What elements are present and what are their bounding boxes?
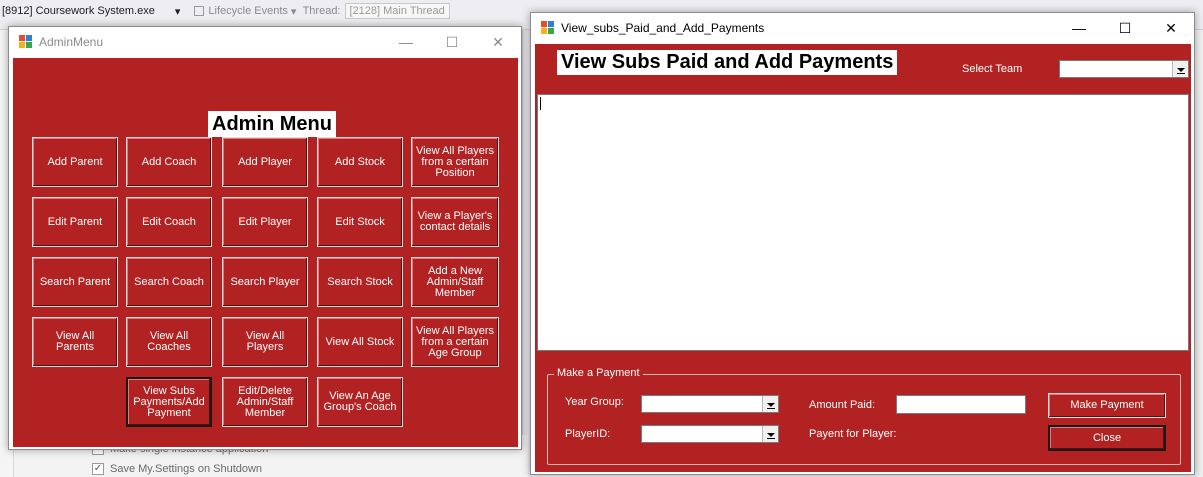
view-contact-details-button[interactable]: View a Player's contact details [411,197,499,247]
thread-dropdown[interactable]: [2128] Main Thread [344,3,450,19]
amount-paid-field[interactable] [896,395,1026,414]
app-icon [541,21,555,35]
close-icon[interactable]: ✕ [475,27,521,57]
view-stock-button[interactable]: View All Stock [317,317,403,367]
maximize-icon[interactable]: ☐ [429,27,475,57]
close-icon[interactable]: ✕ [1148,13,1194,43]
page-title: View Subs Paid and Add Payments [557,50,898,75]
lifecycle-events-dropdown[interactable]: Lifecycle Events [208,5,287,17]
save-settings-option[interactable]: ✓ Save My.Settings on Shutdown [92,463,262,475]
maximize-icon[interactable]: ☐ [1102,13,1148,43]
subs-output-textbox[interactable] [537,94,1189,351]
add-parent-button[interactable]: Add Parent [32,137,118,187]
view-subs-window: View_subs_Paid_and_Add_Payments — ☐ ✕ Vi… [530,12,1195,475]
search-stock-button[interactable]: Search Stock [317,257,403,307]
window-title: View_subs_Paid_and_Add_Payments [561,21,765,35]
view-players-position-button[interactable]: View All Players from a certain Position [411,137,499,187]
chevron-down-icon[interactable]: ▾ [288,5,303,18]
admin-menu-titlebar[interactable]: AdminMenu — ☐ ✕ [9,27,521,57]
minimize-icon[interactable]: — [383,27,429,57]
add-admin-button[interactable]: Add a New Admin/Staff Member [411,257,499,307]
app-icon [19,35,33,49]
search-coach-button[interactable]: Search Coach [126,257,212,307]
player-id-dropdown[interactable] [641,425,779,443]
view-players-button[interactable]: View All Players [222,317,308,367]
chevron-down-icon[interactable] [762,426,778,442]
add-player-button[interactable]: Add Player [222,137,308,187]
page-title: Admin Menu [208,111,336,137]
edit-player-button[interactable]: Edit Player [222,197,308,247]
make-payment-legend: Make a Payment [554,367,643,379]
year-group-dropdown[interactable] [641,395,779,413]
close-button[interactable]: Close [1048,425,1166,451]
search-player-button[interactable]: Search Player [222,257,308,307]
select-team-label: Select Team [962,63,1023,75]
checkbox-checked-icon[interactable]: ✓ [92,463,104,475]
chevron-down-icon[interactable]: ▾ [175,5,181,18]
view-age-coach-button[interactable]: View An Age Group's Coach [317,377,403,427]
text-caret [540,97,541,110]
admin-menu-form: Admin Menu Add Parent Add Coach Add Play… [13,58,518,447]
edit-stock-button[interactable]: Edit Stock [317,197,403,247]
player-id-label: PlayerID: [565,428,611,440]
select-team-dropdown[interactable] [1059,60,1189,78]
search-parent-button[interactable]: Search Parent [32,257,118,307]
view-coaches-button[interactable]: View All Coaches [126,317,212,367]
view-subs-button[interactable]: View Subs Payments/Add Payment [126,377,212,427]
make-payment-group: Make a Payment Year Group: PlayerID: Amo… [547,367,1181,465]
year-group-label: Year Group: [565,396,624,408]
view-players-age-button[interactable]: View All Players from a certain Age Grou… [411,317,499,367]
amount-paid-label: Amount Paid: [809,399,876,411]
chevron-down-icon[interactable] [1172,61,1188,77]
edit-delete-admin-button[interactable]: Edit/Delete Admin/Staff Member [222,377,308,427]
lifecycle-icon [194,6,205,16]
thread-label: Thread: [302,5,341,17]
make-payment-button[interactable]: Make Payment [1048,393,1166,418]
edit-parent-button[interactable]: Edit Parent [32,197,118,247]
view-subs-form: View Subs Paid and Add Payments Select T… [535,44,1191,472]
add-coach-button[interactable]: Add Coach [126,137,212,187]
view-subs-titlebar[interactable]: View_subs_Paid_and_Add_Payments — ☐ ✕ [531,13,1194,43]
admin-menu-window: AdminMenu — ☐ ✕ Admin Menu Add Parent Ad… [8,26,522,450]
edit-coach-button[interactable]: Edit Coach [126,197,212,247]
view-parents-button[interactable]: View All Parents [32,317,118,367]
window-title: AdminMenu [39,35,104,49]
minimize-icon[interactable]: — [1056,13,1102,43]
add-stock-button[interactable]: Add Stock [317,137,403,187]
payment-for-player-label: Payent for Player: [809,428,897,440]
save-settings-label: Save My.Settings on Shutdown [110,463,263,475]
chevron-down-icon[interactable] [762,396,778,412]
process-dropdown[interactable]: [8912] Coursework System.exe [0,5,155,17]
